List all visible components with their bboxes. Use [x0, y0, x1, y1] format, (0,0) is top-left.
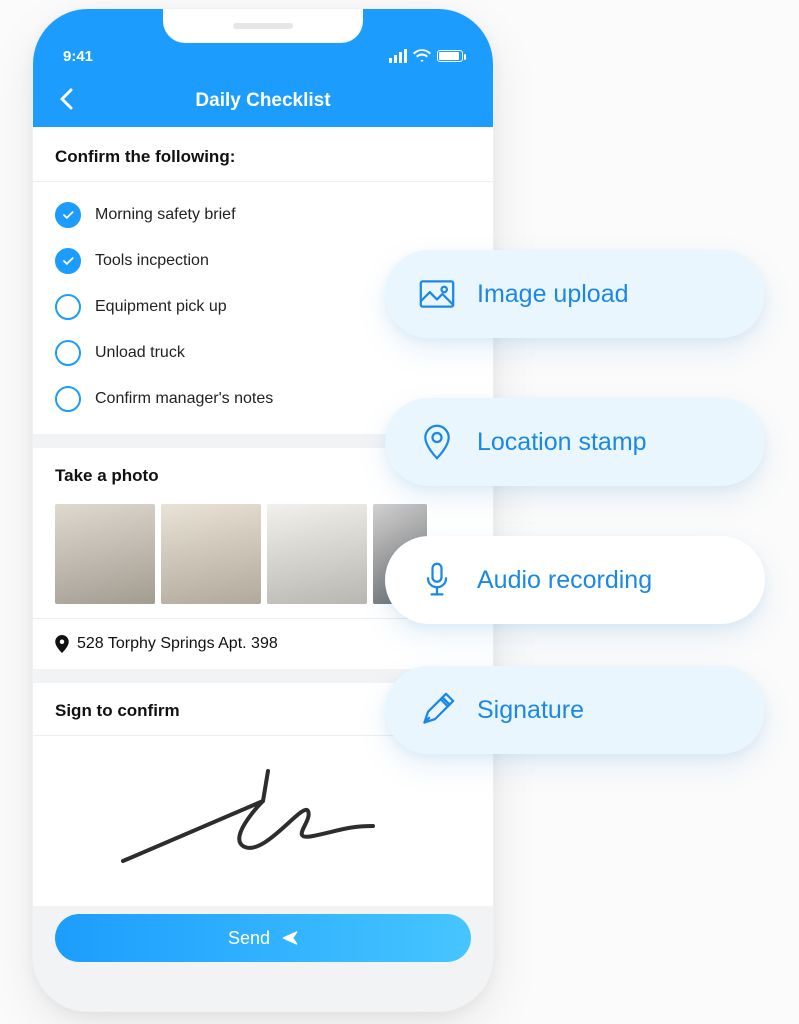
- feature-pill-audio-recording: Audio recording: [385, 536, 765, 624]
- send-button[interactable]: Send: [55, 914, 471, 962]
- feature-pill-location-stamp: Location stamp: [385, 398, 765, 486]
- status-time: 9:41: [63, 48, 93, 65]
- checklist-label: Morning safety brief: [95, 206, 236, 224]
- nav-bar: Daily Checklist: [33, 75, 493, 127]
- status-indicators: [389, 49, 463, 63]
- signature-pad[interactable]: [33, 736, 493, 906]
- checkbox-icon[interactable]: [55, 248, 81, 274]
- signature-stroke-icon: [113, 761, 413, 881]
- feature-label: Location stamp: [477, 428, 647, 457]
- feature-pill-signature: Signature: [385, 666, 765, 754]
- checkbox-icon[interactable]: [55, 202, 81, 228]
- location-pin-icon: [419, 424, 455, 460]
- send-label: Send: [228, 928, 270, 949]
- feature-label: Audio recording: [477, 566, 652, 595]
- location-pin-icon: [55, 635, 69, 653]
- feature-label: Image upload: [477, 280, 629, 309]
- checkbox-icon[interactable]: [55, 340, 81, 366]
- photo-thumb[interactable]: [161, 504, 261, 604]
- location-address: 528 Torphy Springs Apt. 398: [77, 635, 278, 653]
- photo-thumb[interactable]: [55, 504, 155, 604]
- photo-thumb[interactable]: [267, 504, 367, 604]
- wifi-icon: [413, 49, 431, 63]
- back-button[interactable]: [51, 83, 81, 119]
- checklist-label: Equipment pick up: [95, 298, 227, 316]
- location-row: 528 Torphy Springs Apt. 398: [33, 619, 493, 669]
- image-icon: [419, 276, 455, 312]
- chevron-left-icon: [59, 88, 73, 110]
- page-title: Daily Checklist: [195, 90, 330, 112]
- checklist-label: Unload truck: [95, 344, 185, 362]
- feature-label: Signature: [477, 696, 584, 725]
- checklist-item[interactable]: Morning safety brief: [33, 192, 493, 238]
- checklist-label: Tools incpection: [95, 252, 209, 270]
- battery-icon: [437, 50, 463, 62]
- signal-icon: [389, 49, 407, 63]
- send-wrap: Send: [33, 906, 493, 962]
- phone-mockup: 9:41 Daily Checklist Confirm the followi…: [32, 8, 494, 1012]
- microphone-icon: [419, 562, 455, 598]
- checklist-label: Confirm manager's notes: [95, 390, 273, 408]
- pen-icon: [419, 692, 455, 728]
- send-icon: [282, 930, 298, 946]
- feature-pill-image-upload: Image upload: [385, 250, 765, 338]
- checkbox-icon[interactable]: [55, 294, 81, 320]
- checkbox-icon[interactable]: [55, 386, 81, 412]
- confirm-heading: Confirm the following:: [33, 127, 493, 182]
- phone-notch: [163, 9, 363, 43]
